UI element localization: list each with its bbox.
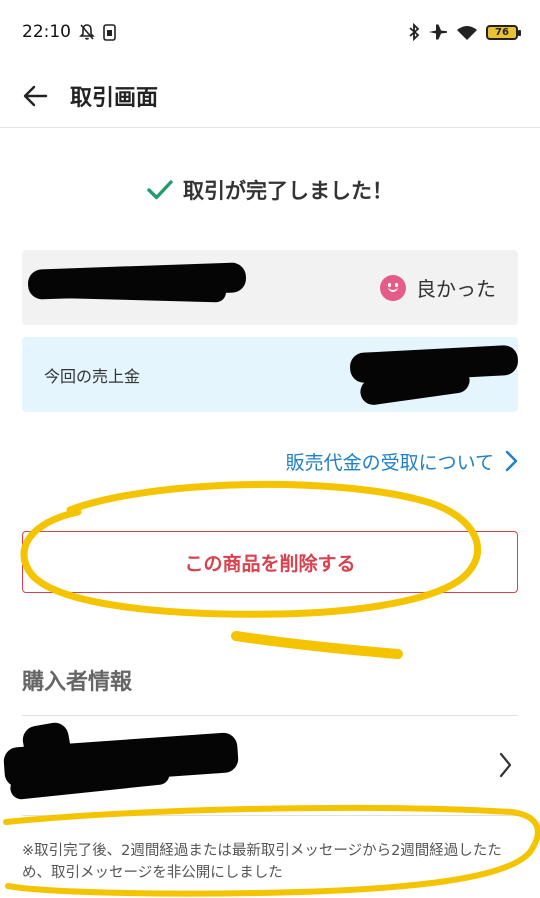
buyer-info-row[interactable] (0, 716, 540, 816)
status-right: 76 (408, 23, 521, 41)
receipt-link-label: 販売代金の受取について (285, 451, 494, 474)
check-icon (147, 180, 173, 200)
sales-card: 今回の売上金 (22, 337, 519, 412)
status-bar: 22:10 76 (0, 0, 540, 64)
back-button[interactable] (0, 64, 70, 128)
bell-off-icon (79, 24, 95, 40)
battery-icon: 76 (486, 24, 521, 40)
airplane-icon (429, 24, 447, 40)
chevron-right-icon (505, 450, 518, 472)
smile-icon (380, 274, 406, 301)
delete-button-label: この商品を削除する (184, 552, 356, 575)
receipt-info-link[interactable]: 販売代金の受取について (286, 443, 518, 479)
completion-message: 取引が完了しました！ (0, 168, 540, 212)
rating-label: 良かった (416, 277, 496, 301)
rating-card: 良かった (22, 250, 518, 325)
app-bar: 取引画面 (0, 64, 540, 128)
rating-value: 良かった (380, 250, 496, 325)
arrow-left-icon (23, 85, 48, 106)
divider (22, 815, 518, 816)
sim-icon (103, 23, 116, 41)
delete-item-button[interactable]: この商品を削除する (22, 531, 518, 593)
status-left: 22:10 (22, 22, 116, 42)
battery-level: 76 (495, 26, 509, 38)
chevron-right-icon (499, 752, 512, 778)
page-title: 取引画面 (70, 85, 159, 111)
wifi-icon (457, 25, 477, 40)
completion-text: 取引が完了しました！ (183, 179, 393, 203)
sales-label: 今回の売上金 (44, 366, 141, 386)
redacted-name-tail (35, 277, 227, 303)
bluetooth-icon (409, 23, 420, 41)
message-hidden-notice: ※取引完了後、2週間経過または最新取引メッセージから2週間経過したため、取引メッ… (22, 843, 502, 881)
buyer-info-heading: 購入者情報 (22, 670, 133, 695)
status-time: 22:10 (22, 22, 71, 42)
